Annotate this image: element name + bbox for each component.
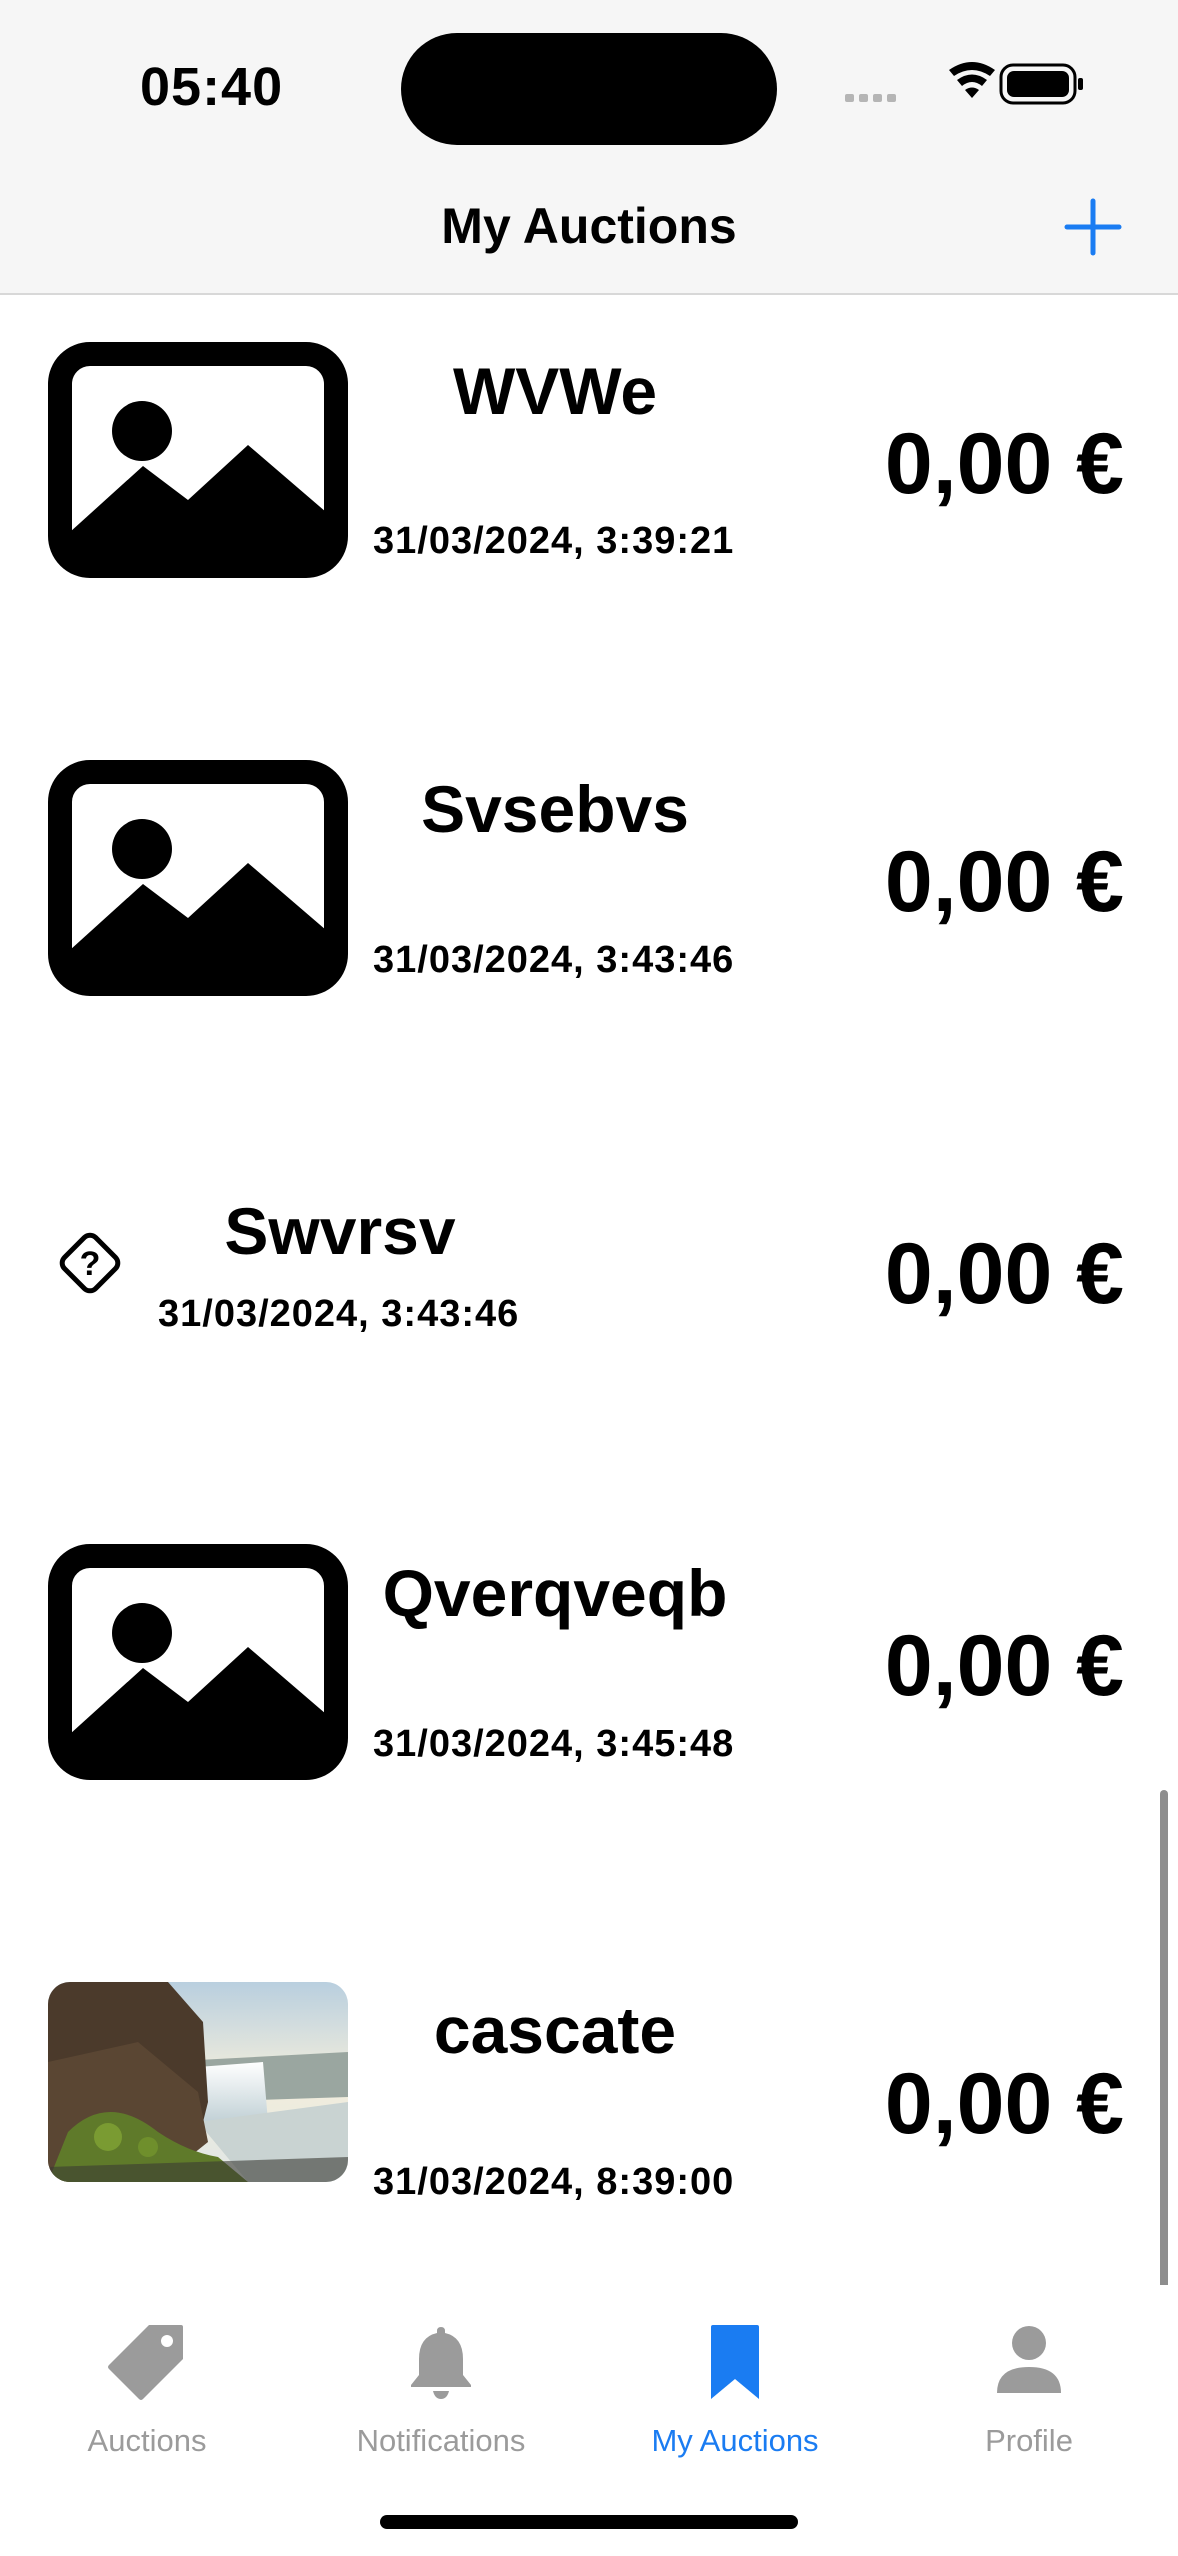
auction-row[interactable]: ? Swvrsv 31/03/2024, 3:43:46 0,00 € (0, 1145, 1178, 1485)
auction-date: 31/03/2024, 3:45:48 (373, 1723, 735, 1765)
tag-icon (108, 2325, 183, 2400)
wifi-icon (949, 62, 995, 98)
auction-title: Qverqveqb (382, 1556, 728, 1630)
auction-row[interactable]: WVWe 31/03/2024, 3:39:21 0,00 € (0, 295, 1178, 675)
navigation-bar: 05:40 My Auctions (0, 0, 1178, 295)
plus-icon (1064, 198, 1122, 256)
tab-label: Notifications (356, 2423, 526, 2458)
auction-title: cascate (433, 1993, 677, 2067)
auction-date: 31/03/2024, 3:39:21 (373, 520, 735, 562)
photo-placeholder-icon (48, 1544, 348, 1780)
person-icon (997, 2326, 1061, 2393)
waterfall-photo (48, 1982, 348, 2182)
scroll-indicator[interactable] (1160, 1790, 1168, 2295)
auction-list[interactable]: WVWe 31/03/2024, 3:39:21 0,00 € Svsebvs … (0, 295, 1178, 2285)
auction-title: Swvrsv (224, 1194, 456, 1268)
battery-icon (999, 63, 1083, 105)
tab-notifications[interactable]: Notifications (294, 2285, 588, 2485)
add-auction-button[interactable] (1064, 198, 1122, 256)
bell-icon (411, 2327, 471, 2399)
tab-profile[interactable]: Profile (882, 2285, 1176, 2485)
auction-price: 0,00 € (884, 834, 1124, 930)
status-time: 05:40 (140, 57, 284, 117)
auction-price: 0,00 € (884, 2056, 1124, 2152)
auction-row[interactable]: cascate 31/03/2024, 8:39:00 0,00 € (0, 1955, 1178, 2285)
auction-price: 0,00 € (884, 416, 1124, 512)
home-indicator[interactable] (380, 2515, 798, 2529)
auction-date: 31/03/2024, 8:39:00 (373, 2161, 735, 2203)
tab-label: Auctions (87, 2423, 207, 2458)
tab-label: Profile (985, 2423, 1073, 2458)
auction-date: 31/03/2024, 3:43:46 (373, 939, 735, 981)
auction-title: Svsebvs (421, 772, 689, 846)
photo-placeholder-icon (48, 342, 348, 578)
page-title: My Auctions (441, 198, 737, 254)
auction-price: 0,00 € (884, 1226, 1124, 1322)
auction-row[interactable]: Qverqveqb 31/03/2024, 3:45:48 0,00 € (0, 1535, 1178, 1915)
auction-row[interactable]: Svsebvs 31/03/2024, 3:43:46 0,00 € (0, 715, 1178, 1095)
svg-text:?: ? (80, 1245, 101, 1283)
tab-auctions[interactable]: Auctions (0, 2285, 294, 2485)
tab-label: My Auctions (651, 2423, 819, 2458)
auction-price: 0,00 € (884, 1618, 1124, 1714)
bookmark-icon (711, 2325, 759, 2399)
photo-placeholder-icon (48, 760, 348, 996)
tab-my-auctions[interactable]: My Auctions (588, 2285, 882, 2485)
status-icons (845, 62, 1083, 105)
cellular-signal-icon (845, 94, 896, 102)
auction-date: 31/03/2024, 3:43:46 (158, 1293, 520, 1335)
auction-title: WVWe (452, 354, 658, 428)
unknown-image-icon: ? (59, 1232, 121, 1294)
dynamic-island (401, 33, 777, 145)
